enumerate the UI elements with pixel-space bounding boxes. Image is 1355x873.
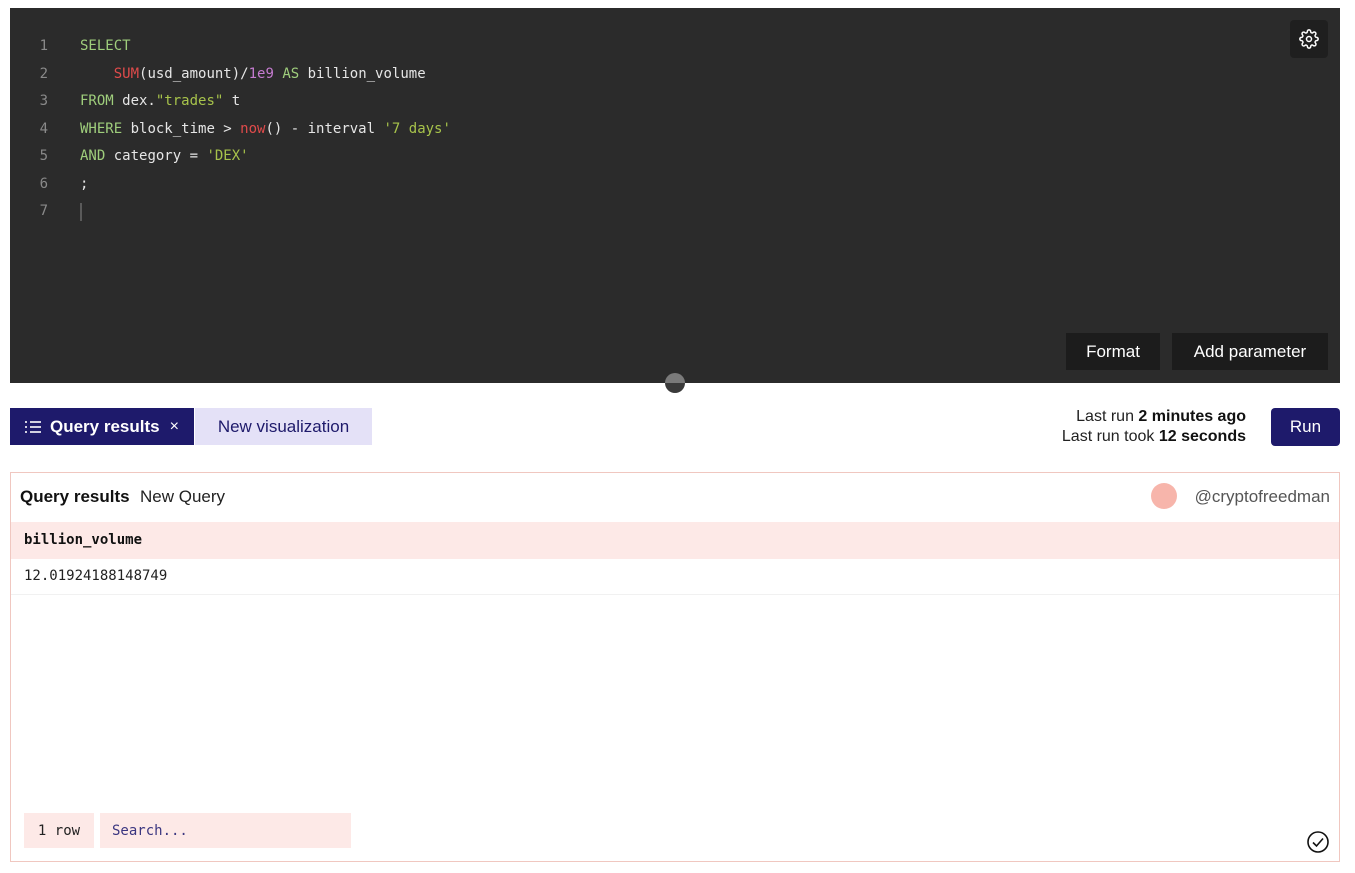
results-header: Query results New Query @cryptofreedman [11, 473, 1339, 521]
code-token: AND [80, 148, 106, 164]
line-number: 6 [39, 175, 48, 192]
table-row: 12.01924188148749 [11, 559, 1339, 595]
code-token: AS [282, 65, 300, 82]
code-text[interactable]: SUM(usd_amount)/1e9 AS billion_volume [80, 61, 426, 88]
results-title: Query results [20, 487, 130, 506]
editor-settings-button[interactable] [1290, 20, 1328, 58]
list-icon [25, 420, 41, 433]
code-token: "trades" [155, 93, 224, 109]
last-run-duration-value: 12 seconds [1158, 428, 1246, 445]
run-info: Last run 2 minutes ago Last run took 12 … [1062, 407, 1246, 447]
run-button[interactable]: Run [1271, 408, 1340, 446]
code-line[interactable]: 7 [10, 198, 1340, 225]
last-run: Last run 2 minutes ago [1062, 407, 1246, 427]
code-token: FROM [80, 93, 114, 109]
code-token: WHERE [80, 120, 123, 137]
last-run-label: Last run [1076, 408, 1134, 425]
query-name: New Query [140, 487, 226, 506]
code-token: category = [105, 148, 207, 164]
code-token: block_time > [122, 120, 241, 137]
sql-editor[interactable]: 1 SELECT 2 SUM(usd_amount)/1e9 AS billion_… [10, 8, 1340, 383]
code-text[interactable]: WHERE block_time > now() - interval '7 d… [80, 116, 451, 143]
format-button[interactable]: Format [1066, 333, 1160, 370]
text-cursor [80, 203, 82, 221]
check-circle-icon [1307, 831, 1329, 853]
code-line[interactable]: 4 WHERE block_time > now() - interval '7 … [10, 116, 1340, 143]
code-text[interactable]: SELECT [80, 33, 131, 60]
editor-resize-handle[interactable] [665, 373, 685, 393]
line-number: 7 [39, 203, 48, 219]
line-number: 1 [39, 38, 48, 54]
code-line[interactable]: 6; [10, 171, 1340, 198]
code-line[interactable]: 3 FROM dex."trades" t [10, 88, 1340, 115]
code-token: SUM [113, 65, 140, 82]
code-token: t [223, 93, 241, 109]
code-line[interactable]: 5 AND category = 'DEX' [10, 143, 1340, 170]
results-panel: Query results New Query @cryptofreedman … [10, 472, 1340, 862]
code-text[interactable]: AND category = 'DEX' [80, 143, 249, 170]
gear-icon [1299, 29, 1319, 49]
last-run-value: 2 minutes ago [1138, 408, 1246, 425]
add-parameter-button[interactable]: Add parameter [1172, 333, 1328, 370]
column-header-billion-volume[interactable]: billion_volume [24, 532, 142, 548]
table-header-row: billion_volume [11, 522, 1339, 559]
code-text[interactable]: FROM dex."trades" t [80, 88, 240, 115]
results-search-input[interactable] [100, 813, 351, 848]
avatar[interactable] [1151, 483, 1177, 509]
code-line[interactable]: 2 SUM(usd_amount)/1e9 AS billion_volume [10, 61, 1340, 88]
code-text[interactable]: ; [80, 171, 88, 198]
line-number: 5 [39, 148, 48, 164]
code-token: SELECT [80, 38, 131, 54]
row-count: 1 row [24, 813, 94, 848]
line-number: 2 [39, 65, 48, 82]
tab-query-results-label: Query results [50, 416, 160, 436]
last-run-duration-label: Last run took [1061, 428, 1155, 445]
code-token: (usd_amount)/ [139, 65, 249, 82]
code-token: billion_volume [299, 65, 426, 82]
code-line[interactable]: 1 SELECT [10, 33, 1340, 60]
close-icon[interactable]: × [170, 418, 179, 436]
code-token: now [240, 120, 266, 137]
code-token: 'DEX' [206, 148, 249, 164]
tab-new-visualization[interactable]: New visualization [195, 408, 372, 445]
code-token: ; [80, 175, 89, 192]
table-cell: 12.01924188148749 [24, 568, 168, 584]
username-link[interactable]: @cryptofreedman [1195, 487, 1330, 507]
line-number: 4 [39, 120, 48, 137]
tab-query-results[interactable]: Query results × [10, 408, 194, 445]
last-run-duration: Last run took 12 seconds [1062, 427, 1246, 447]
code-token: () - interval [265, 120, 384, 137]
code-token: 1e9 [248, 65, 274, 82]
line-number: 3 [39, 93, 48, 109]
code-token: dex. [113, 93, 156, 109]
code-token: '7 days' [383, 120, 451, 137]
